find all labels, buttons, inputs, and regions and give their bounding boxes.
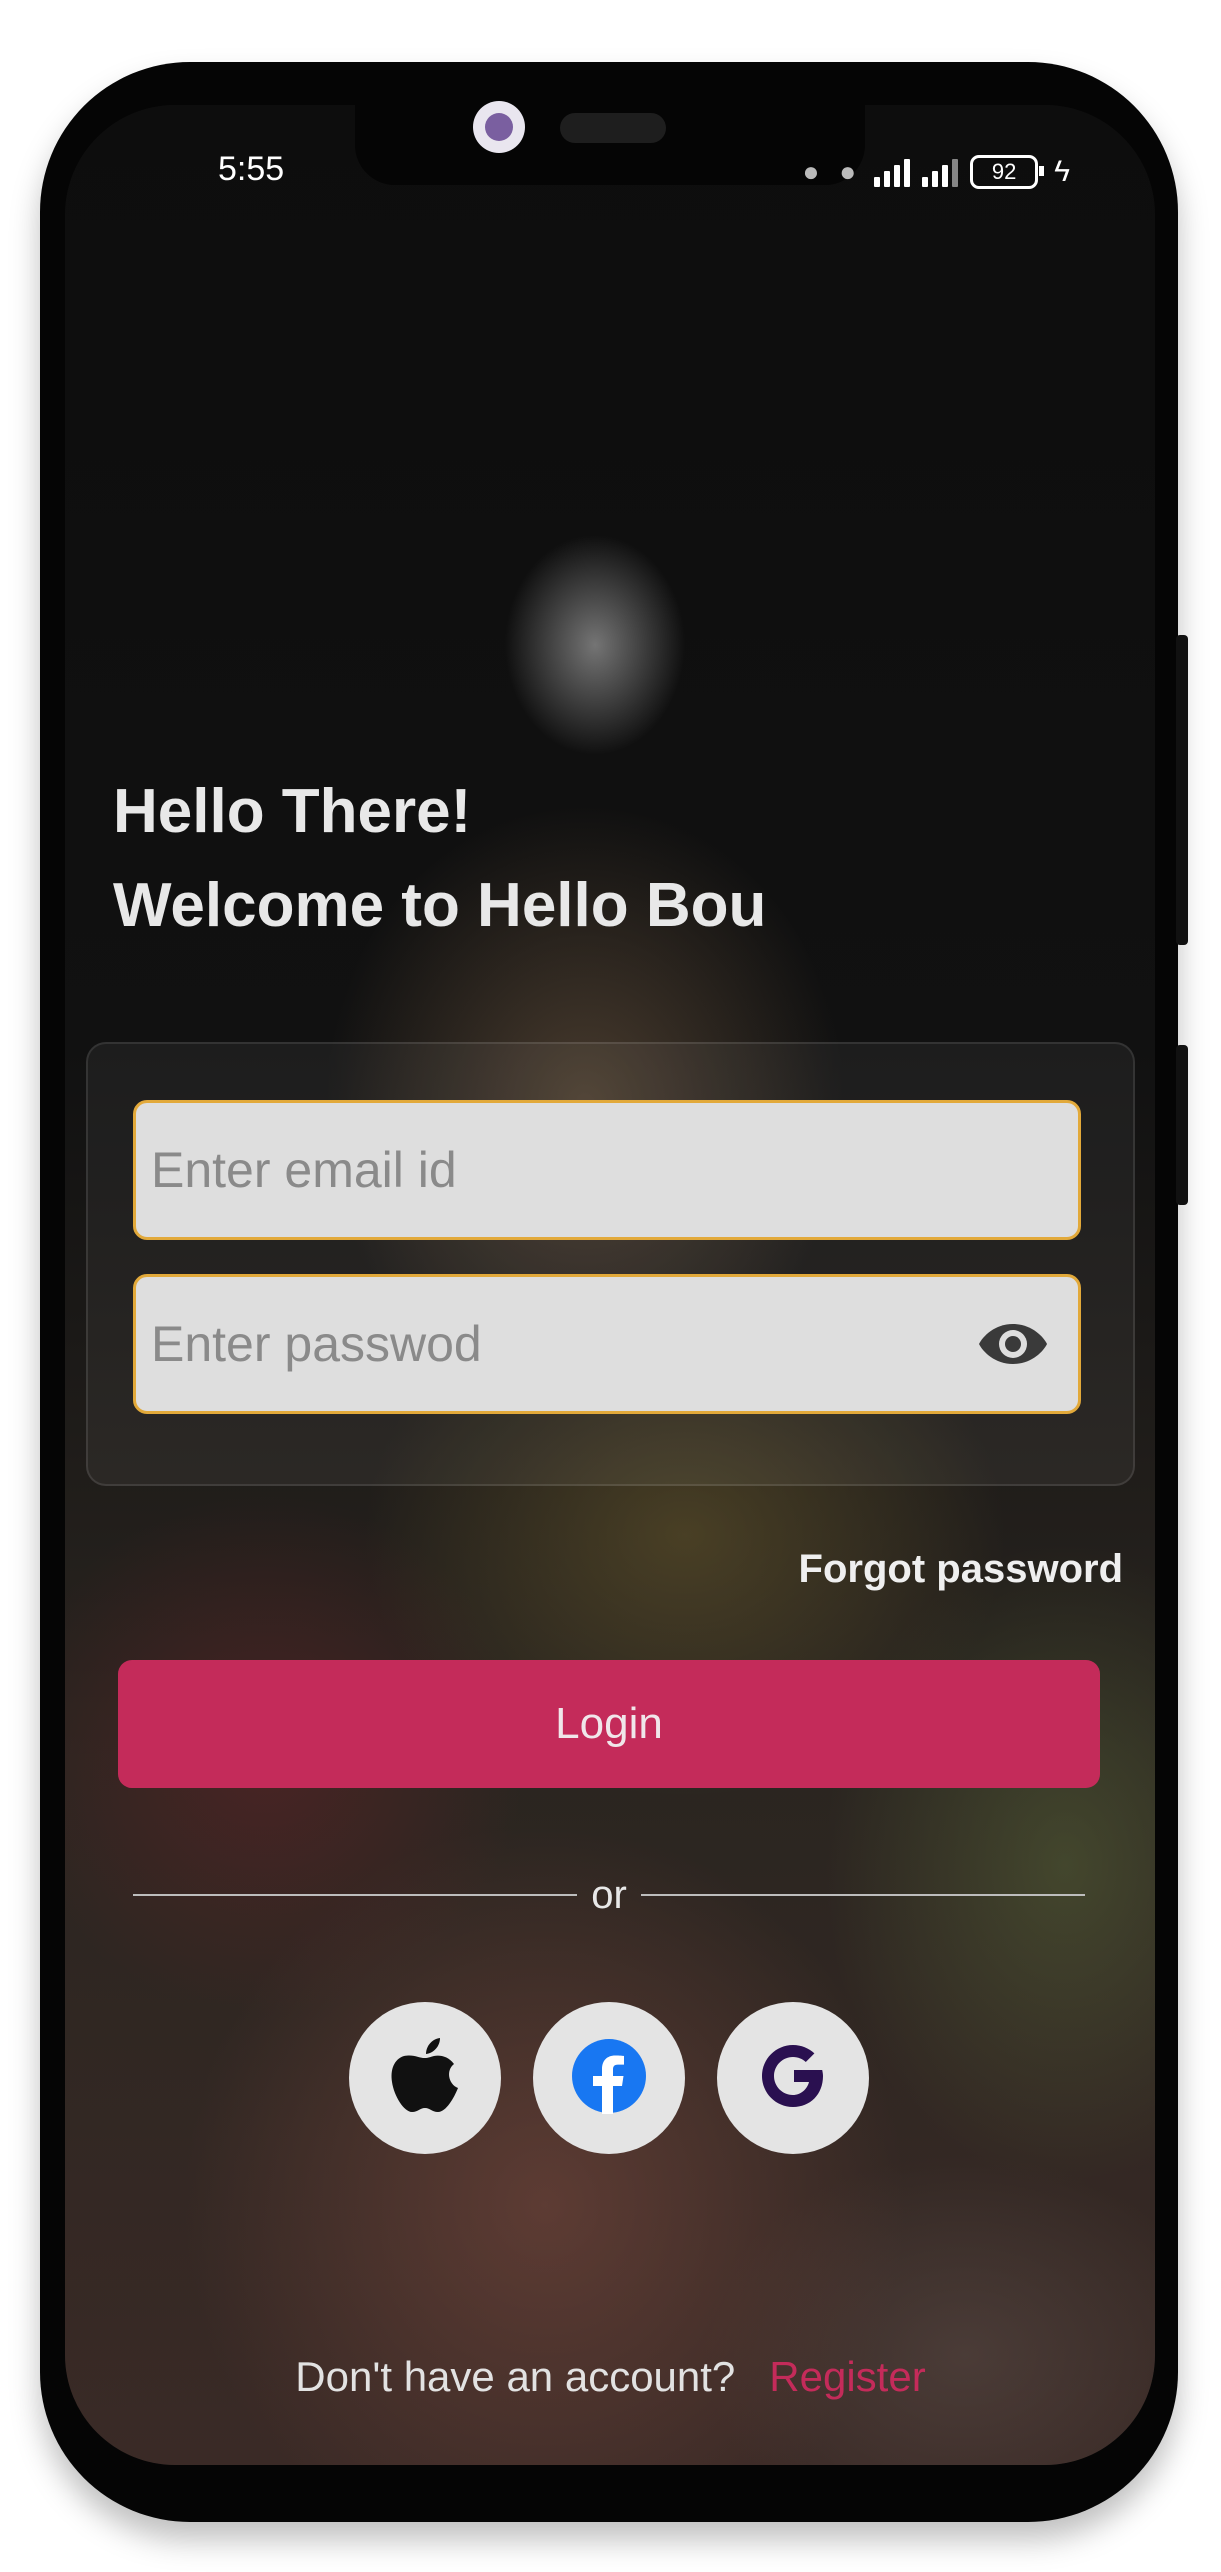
battery-icon: 92 [970,155,1045,189]
apple-icon [390,2036,460,2121]
email-field[interactable] [133,1100,1081,1240]
or-divider: or [133,1870,1086,1920]
signal-icon-2 [922,157,959,187]
register-link[interactable]: Register [769,2353,925,2400]
notification-icons: ● ● [802,156,863,187]
google-icon [754,2037,832,2120]
power-button [1176,635,1188,945]
register-prompt: Don't have an account? Register [0,2353,1221,2401]
front-camera [473,101,525,153]
password-input[interactable] [136,1314,968,1374]
email-input[interactable] [136,1140,1078,1200]
status-icons: ● ● 92 ϟ [640,152,1070,192]
google-login-button[interactable] [717,2002,869,2154]
battery-level: 92 [991,159,1017,184]
volume-button [1176,1045,1188,1205]
signal-icon [874,157,911,187]
greeting-line-2: Welcome to Hello Bou [113,871,767,940]
password-field[interactable] [133,1274,1081,1414]
apple-login-button[interactable] [349,2002,501,2154]
eye-icon[interactable] [968,1299,1058,1389]
divider-line-left [133,1894,578,1896]
facebook-icon [571,2038,647,2119]
status-time: 5:55 [218,150,285,188]
earpiece-speaker [560,113,666,143]
greeting: Hello There! Welcome to Hello Bou [113,765,766,953]
forgot-password-link[interactable]: Forgot password [799,1547,1123,1592]
divider-line-right [640,1894,1086,1896]
facebook-login-button[interactable] [533,2002,685,2154]
charging-icon: ϟ [1054,155,1070,188]
login-button[interactable]: Login [118,1660,1100,1788]
register-prompt-text: Don't have an account? [295,2353,736,2400]
greeting-line-1: Hello There! [113,777,472,846]
divider-text: or [591,1872,627,1917]
